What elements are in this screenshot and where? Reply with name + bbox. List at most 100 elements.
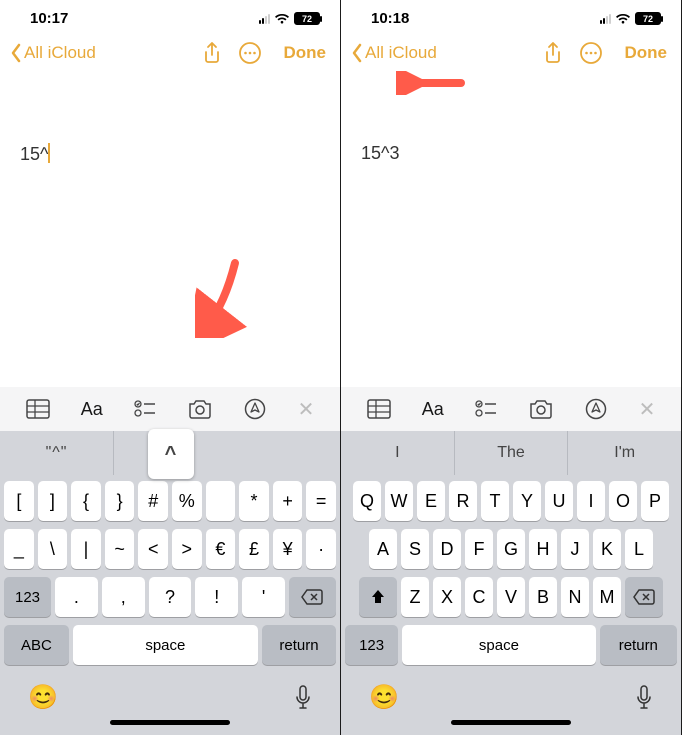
key[interactable]: #	[138, 481, 168, 521]
key[interactable]: X	[433, 577, 461, 617]
key[interactable]: {	[71, 481, 101, 521]
emoji-icon[interactable]: 😊	[28, 683, 58, 712]
space-key[interactable]: space	[402, 625, 595, 665]
suggestion-1[interactable]: I	[341, 431, 455, 475]
key[interactable]: _	[4, 529, 34, 569]
key[interactable]: G	[497, 529, 525, 569]
key[interactable]: ]	[38, 481, 68, 521]
key[interactable]: \	[38, 529, 68, 569]
key-123[interactable]: 123	[4, 577, 51, 617]
key-popup: ^	[114, 431, 227, 475]
home-indicator[interactable]	[451, 720, 571, 725]
key[interactable]: E	[417, 481, 445, 521]
key[interactable]: V	[497, 577, 525, 617]
key[interactable]: B	[529, 577, 557, 617]
key[interactable]: S	[401, 529, 429, 569]
text-format-icon[interactable]: Aa	[81, 399, 103, 420]
key[interactable]: Q	[353, 481, 381, 521]
delete-key[interactable]	[625, 577, 663, 617]
back-label: All iCloud	[24, 43, 96, 63]
table-icon[interactable]	[26, 399, 50, 419]
close-toolbar-icon[interactable]: ✕	[298, 397, 315, 422]
return-key[interactable]: return	[262, 625, 336, 665]
key[interactable]: N	[561, 577, 589, 617]
key[interactable]: '	[242, 577, 285, 617]
suggestion-3[interactable]: I'm	[568, 431, 681, 475]
key[interactable]: L	[625, 529, 653, 569]
key[interactable]: €	[206, 529, 236, 569]
key[interactable]: R	[449, 481, 477, 521]
key[interactable]: W	[385, 481, 413, 521]
key[interactable]: !	[195, 577, 238, 617]
note-editor[interactable]: 15^	[0, 73, 340, 387]
key[interactable]: Y	[513, 481, 541, 521]
battery-icon: 72	[635, 12, 661, 25]
space-key[interactable]: space	[73, 625, 258, 665]
key[interactable]: J	[561, 529, 589, 569]
camera-icon[interactable]	[528, 399, 554, 419]
text-format-icon[interactable]: Aa	[422, 399, 444, 420]
delete-key[interactable]	[289, 577, 336, 617]
key[interactable]: U	[545, 481, 573, 521]
key-caret[interactable]	[206, 481, 236, 521]
key[interactable]: ¥	[273, 529, 303, 569]
key[interactable]: D	[433, 529, 461, 569]
screen-left: 10:17 72 All iCloud Done 15^ Aa ✕ "^"	[0, 0, 341, 735]
key[interactable]: K	[593, 529, 621, 569]
key[interactable]: F	[465, 529, 493, 569]
key[interactable]: |	[71, 529, 101, 569]
key[interactable]: <	[138, 529, 168, 569]
key-abc[interactable]: ABC	[4, 625, 69, 665]
return-key[interactable]: return	[600, 625, 677, 665]
key[interactable]: I	[577, 481, 605, 521]
emoji-icon[interactable]: 😊	[369, 683, 399, 712]
status-right: 72	[600, 12, 661, 25]
checklist-icon[interactable]	[134, 399, 156, 419]
camera-icon[interactable]	[187, 399, 213, 419]
key[interactable]: ,	[102, 577, 145, 617]
done-button[interactable]: Done	[625, 43, 668, 63]
key[interactable]: £	[239, 529, 269, 569]
note-editor[interactable]: 15^3	[341, 73, 681, 387]
key[interactable]: ~	[105, 529, 135, 569]
more-icon[interactable]	[579, 41, 603, 65]
key[interactable]: +	[273, 481, 303, 521]
home-indicator[interactable]	[110, 720, 230, 725]
key[interactable]: Z	[401, 577, 429, 617]
key[interactable]: *	[239, 481, 269, 521]
key[interactable]: ?	[149, 577, 192, 617]
key[interactable]: P	[641, 481, 669, 521]
key[interactable]: ·	[306, 529, 336, 569]
key[interactable]: T	[481, 481, 509, 521]
suggestion-2[interactable]: The	[455, 431, 569, 475]
shift-key[interactable]	[359, 577, 397, 617]
suggestion-left[interactable]: "^"	[0, 431, 114, 475]
suggestion-right[interactable]	[227, 431, 340, 475]
key-123[interactable]: 123	[345, 625, 398, 665]
key[interactable]: A	[369, 529, 397, 569]
key[interactable]: %	[172, 481, 202, 521]
key[interactable]: H	[529, 529, 557, 569]
key[interactable]: M	[593, 577, 621, 617]
share-icon[interactable]	[202, 41, 222, 65]
key[interactable]: O	[609, 481, 637, 521]
done-button[interactable]: Done	[284, 43, 327, 63]
key[interactable]: }	[105, 481, 135, 521]
key[interactable]: C	[465, 577, 493, 617]
close-toolbar-icon[interactable]: ✕	[639, 397, 656, 422]
mic-icon[interactable]	[635, 685, 653, 711]
key[interactable]: [	[4, 481, 34, 521]
table-icon[interactable]	[367, 399, 391, 419]
key[interactable]: >	[172, 529, 202, 569]
share-icon[interactable]	[543, 41, 563, 65]
back-button[interactable]: All iCloud	[10, 43, 96, 63]
back-button[interactable]: All iCloud	[351, 43, 437, 63]
markup-icon[interactable]	[585, 398, 607, 420]
markup-icon[interactable]	[244, 398, 266, 420]
mic-icon[interactable]	[294, 685, 312, 711]
checklist-icon[interactable]	[475, 399, 497, 419]
more-icon[interactable]	[238, 41, 262, 65]
annotation-arrow-right	[396, 71, 466, 95]
key[interactable]: .	[55, 577, 98, 617]
key[interactable]: =	[306, 481, 336, 521]
